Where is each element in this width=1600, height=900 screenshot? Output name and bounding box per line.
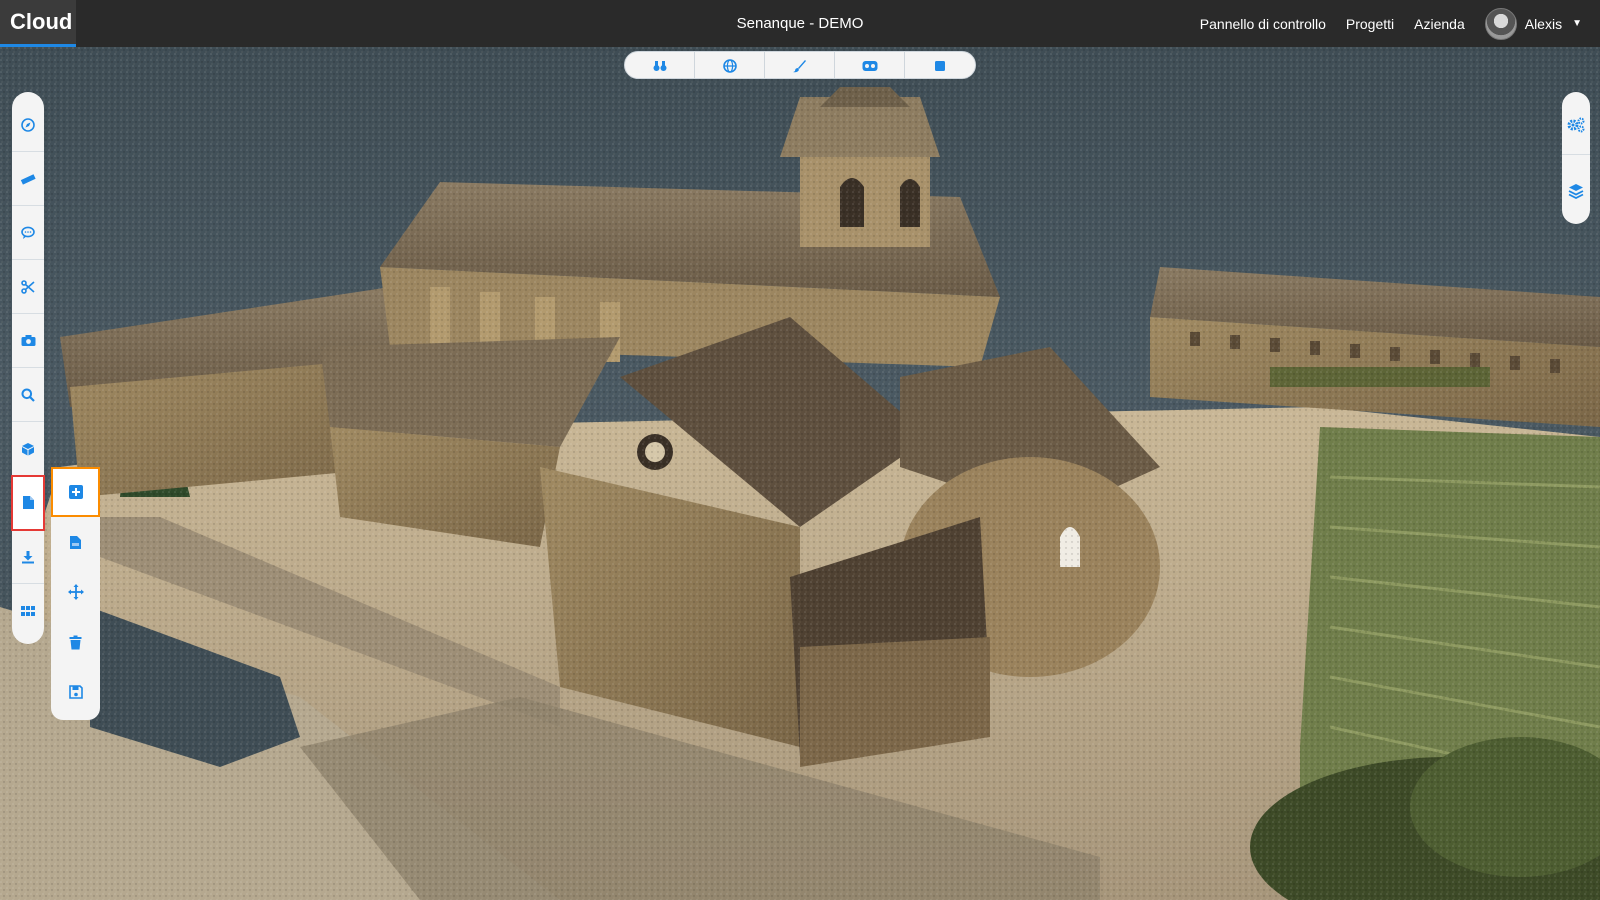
scissors-icon[interactable]: [12, 260, 44, 314]
move-icon[interactable]: [51, 567, 100, 617]
trash-icon[interactable]: [51, 617, 100, 667]
square-icon[interactable]: [905, 52, 975, 78]
annotation-subtoolbar: [51, 467, 100, 720]
cube-icon[interactable]: [12, 422, 44, 476]
top-nav: Pannello di controllo Progetti Azienda A…: [1200, 0, 1600, 47]
add-square-icon[interactable]: [51, 467, 100, 517]
csv-file-icon[interactable]: [51, 517, 100, 567]
vr-headset-icon[interactable]: [835, 52, 905, 78]
globe-icon[interactable]: [695, 52, 765, 78]
chevron-down-icon: ▼: [1572, 18, 1582, 29]
point-cloud-render: [0, 47, 1600, 900]
brand-logo[interactable]: Cloud: [0, 0, 76, 47]
ruler-icon[interactable]: [12, 152, 44, 206]
top-bar: Cloud Senanque - DEMO Pannello di contro…: [0, 0, 1600, 47]
avatar[interactable]: [1484, 7, 1517, 40]
layers-icon[interactable]: [1562, 161, 1590, 221]
user-menu[interactable]: Alexis ▼: [1484, 7, 1582, 40]
settings-icon[interactable]: [1562, 95, 1590, 155]
point-cloud-viewport[interactable]: [0, 47, 1600, 900]
comment-icon[interactable]: [12, 206, 44, 260]
nav-item-company[interactable]: Azienda: [1414, 16, 1465, 32]
file-icon[interactable]: [11, 475, 45, 531]
grid-icon[interactable]: [12, 584, 44, 638]
save-icon[interactable]: [51, 667, 100, 717]
user-name: Alexis: [1524, 15, 1563, 32]
left-toolbar: [11, 92, 45, 644]
nav-item-dashboard[interactable]: Pannello di controllo: [1200, 16, 1326, 32]
view-toolbar: [624, 51, 976, 79]
right-toolbar: [1562, 92, 1590, 224]
nav-item-projects[interactable]: Progetti: [1346, 16, 1394, 32]
brush-icon[interactable]: [765, 52, 835, 78]
download-icon[interactable]: [12, 530, 44, 584]
camera-icon[interactable]: [12, 314, 44, 368]
search-icon[interactable]: [12, 368, 44, 422]
binoculars-icon[interactable]: [625, 52, 695, 78]
compass-icon[interactable]: [12, 98, 44, 152]
